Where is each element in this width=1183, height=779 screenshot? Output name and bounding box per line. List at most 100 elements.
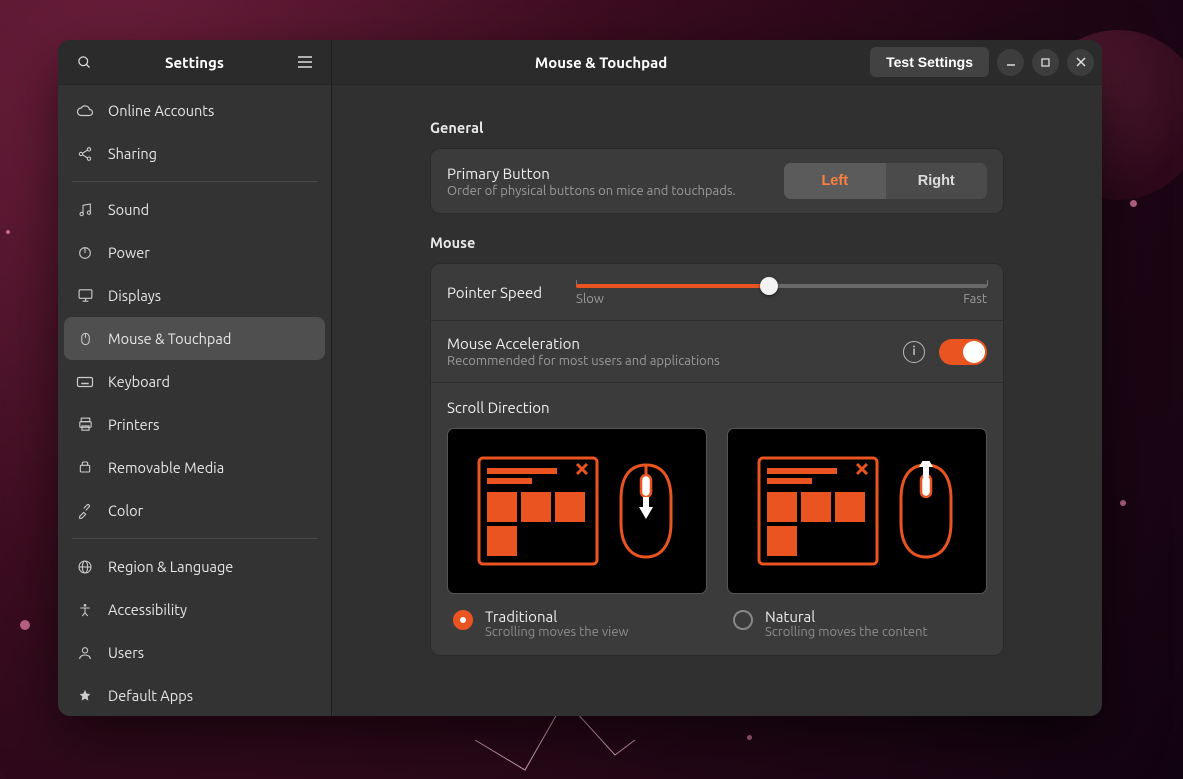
- main-body: General Primary Button Order of physical…: [332, 85, 1102, 716]
- star-icon: [76, 687, 94, 705]
- radio-sublabel: Scrolling moves the content: [765, 625, 928, 639]
- minimize-button[interactable]: [997, 49, 1024, 76]
- info-icon[interactable]: i: [903, 341, 925, 363]
- main-header: Mouse & Touchpad Test Settings: [332, 40, 1102, 85]
- sidebar-item-region[interactable]: Region & Language: [64, 545, 325, 588]
- sidebar-item-label: Color: [108, 502, 143, 519]
- hamburger-icon: [298, 56, 312, 68]
- scroll-direction-row: Scroll Direction: [431, 383, 1003, 655]
- background-star: [20, 620, 30, 630]
- radio-sublabel: Scrolling moves the view: [485, 625, 629, 639]
- sidebar-item-label: Users: [108, 644, 144, 661]
- slider-thumb[interactable]: [760, 277, 778, 295]
- scroll-window-icon: [757, 456, 879, 566]
- page-title: Mouse & Touchpad: [340, 54, 862, 71]
- scroll-diagram-traditional[interactable]: [447, 428, 707, 594]
- sidebar-item-label: Keyboard: [108, 373, 170, 390]
- section-label-general: General: [430, 119, 1004, 136]
- mouse-accel-title: Mouse Acceleration: [447, 335, 889, 352]
- sidebar-item-label: Printers: [108, 416, 159, 433]
- scroll-diagram-natural[interactable]: [727, 428, 987, 594]
- background-star: [1120, 500, 1126, 506]
- sidebar-item-sound[interactable]: Sound: [64, 188, 325, 231]
- sidebar-item-removable[interactable]: Removable Media: [64, 446, 325, 489]
- sidebar-item-label: Sharing: [108, 145, 157, 162]
- minimize-icon: [1006, 57, 1016, 67]
- sidebar-title: Settings: [96, 54, 293, 71]
- sidebar-item-printers[interactable]: Printers: [64, 403, 325, 446]
- pointer-speed-slider[interactable]: Slow Fast: [576, 278, 987, 306]
- scroll-direction-title: Scroll Direction: [447, 399, 987, 416]
- sidebar-item-label: Accessibility: [108, 601, 187, 618]
- slider-fill: [576, 284, 769, 288]
- mouse-accel-subtitle: Recommended for most users and applicati…: [447, 354, 889, 368]
- sidebar-item-users[interactable]: Users: [64, 631, 325, 674]
- background-star: [6, 230, 10, 234]
- scroll-radio-natural[interactable]: Natural Scrolling moves the content: [727, 608, 987, 639]
- sidebar-item-power[interactable]: Power: [64, 231, 325, 274]
- primary-button-title: Primary Button: [447, 165, 770, 182]
- settings-window: Settings Online Accounts Sharing Sound Powe…: [58, 40, 1102, 716]
- slider-label-slow: Slow: [576, 292, 604, 306]
- sidebar-item-sharing[interactable]: Sharing: [64, 132, 325, 175]
- search-button[interactable]: [72, 50, 96, 74]
- maximize-icon: [1041, 58, 1050, 67]
- close-icon: [1076, 57, 1086, 67]
- sidebar-item-label: Sound: [108, 201, 149, 218]
- sidebar-header: Settings: [58, 40, 331, 85]
- sidebar-item-default-apps[interactable]: Default Apps: [64, 674, 325, 716]
- sidebar-item-label: Removable Media: [108, 459, 224, 476]
- main-pane: Mouse & Touchpad Test Settings General P…: [332, 40, 1102, 716]
- sidebar-list: Online Accounts Sharing Sound Power Displays…: [58, 85, 331, 716]
- radio-label: Traditional: [485, 608, 629, 625]
- sidebar-item-online-accounts[interactable]: Online Accounts: [64, 89, 325, 132]
- background-star: [1130, 200, 1137, 207]
- scroll-mouse-down-icon: [615, 461, 677, 561]
- sidebar-item-label: Mouse & Touchpad: [108, 330, 231, 347]
- display-icon: [76, 287, 94, 305]
- close-button[interactable]: [1067, 49, 1094, 76]
- music-icon: [76, 201, 94, 219]
- sidebar-item-label: Online Accounts: [108, 102, 214, 119]
- scroll-window-icon: [477, 456, 599, 566]
- eyedropper-icon: [76, 502, 94, 520]
- keyboard-icon: [76, 373, 94, 391]
- primary-button-subtitle: Order of physical buttons on mice and to…: [447, 184, 770, 198]
- scroll-radio-traditional[interactable]: Traditional Scrolling moves the view: [447, 608, 707, 639]
- hamburger-button[interactable]: [293, 50, 317, 74]
- sidebar-item-label: Power: [108, 244, 150, 261]
- primary-left-button[interactable]: Left: [784, 163, 886, 199]
- mouse-accel-switch[interactable]: [939, 339, 987, 365]
- globe-icon: [76, 558, 94, 576]
- user-icon: [76, 644, 94, 662]
- printer-icon: [76, 416, 94, 434]
- slider-label-fast: Fast: [963, 292, 987, 306]
- maximize-button[interactable]: [1032, 49, 1059, 76]
- radio-icon: [733, 610, 753, 630]
- radio-label: Natural: [765, 608, 928, 625]
- sidebar-item-color[interactable]: Color: [64, 489, 325, 532]
- primary-right-button[interactable]: Right: [886, 163, 988, 199]
- mouse-card: Pointer Speed Slow Fast: [430, 263, 1004, 656]
- share-icon: [76, 145, 94, 163]
- power-icon: [76, 244, 94, 262]
- switch-knob: [963, 341, 985, 363]
- mouse-accel-row: Mouse Acceleration Recommended for most …: [431, 321, 1003, 383]
- cloud-icon: [76, 102, 94, 120]
- section-label-mouse: Mouse: [430, 234, 1004, 251]
- sidebar-item-label: Displays: [108, 287, 161, 304]
- primary-button-segmented: Left Right: [784, 163, 987, 199]
- sidebar-separator: [72, 538, 317, 539]
- sidebar-item-keyboard[interactable]: Keyboard: [64, 360, 325, 403]
- sidebar-separator: [72, 181, 317, 182]
- pointer-speed-title: Pointer Speed: [447, 284, 542, 301]
- media-icon: [76, 459, 94, 477]
- sidebar-item-displays[interactable]: Displays: [64, 274, 325, 317]
- sidebar: Settings Online Accounts Sharing Sound Powe…: [58, 40, 332, 716]
- radio-icon: [453, 610, 473, 630]
- sidebar-item-mouse[interactable]: Mouse & Touchpad: [64, 317, 325, 360]
- sidebar-item-accessibility[interactable]: Accessibility: [64, 588, 325, 631]
- background-star: [747, 735, 752, 740]
- sidebar-item-label: Region & Language: [108, 558, 233, 575]
- test-settings-button[interactable]: Test Settings: [870, 47, 989, 77]
